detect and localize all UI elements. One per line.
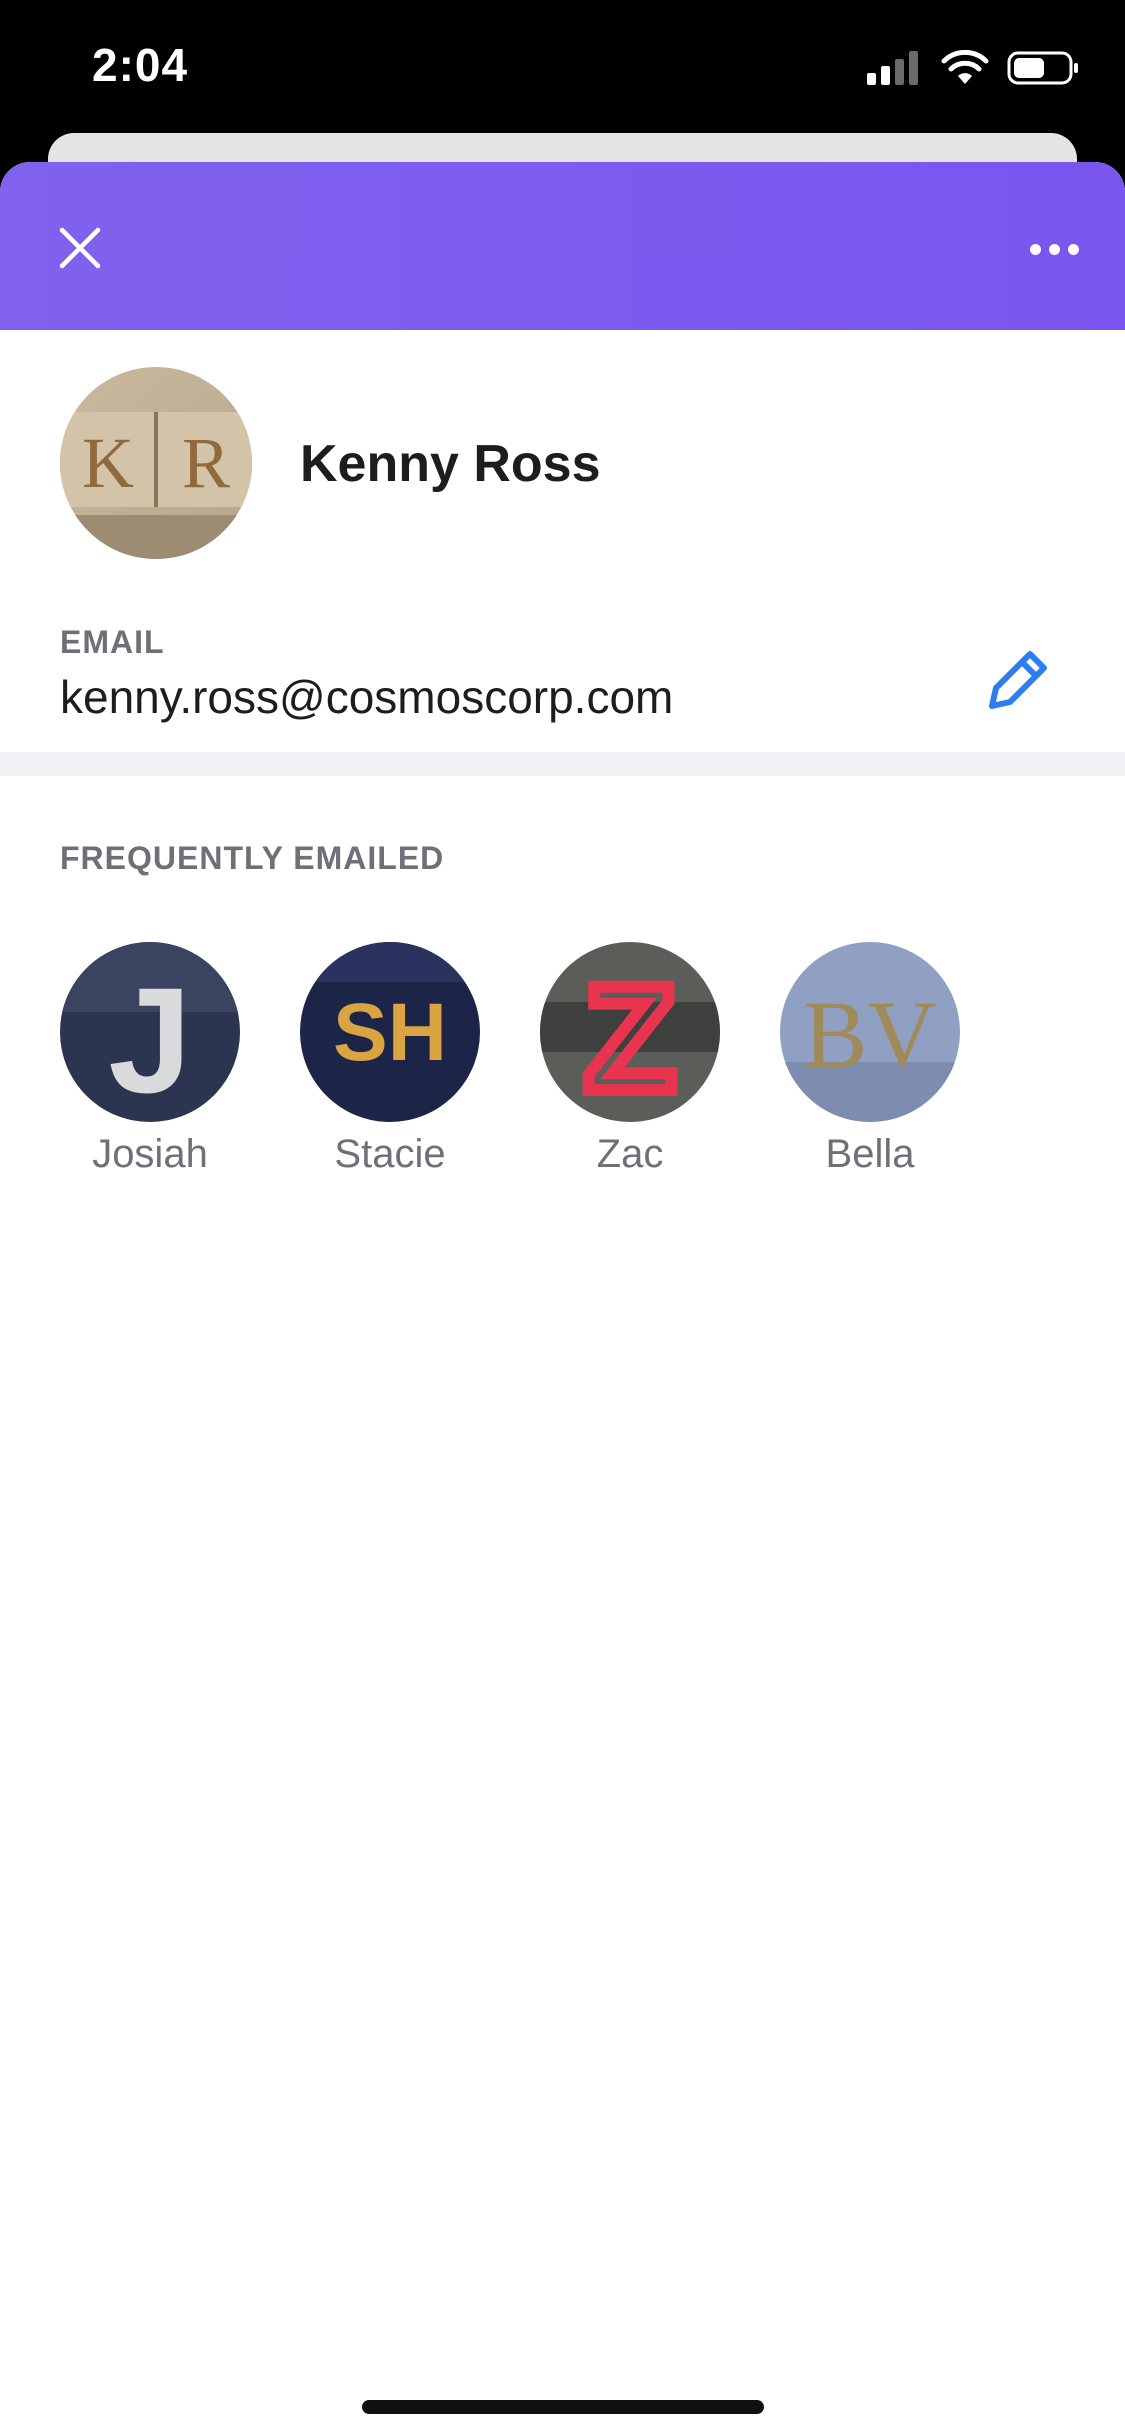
contact-name: Josiah [92, 1132, 208, 1176]
contact-name: Bella [825, 1132, 915, 1176]
status-time: 2:04 [92, 39, 189, 91]
more-dot [1067, 243, 1079, 255]
close-icon [59, 227, 101, 269]
home-indicator[interactable] [362, 2400, 764, 2414]
edit-email-button[interactable] [978, 640, 1058, 720]
frequently-emailed-label: FREQUENTLY EMAILED [60, 840, 445, 876]
more-options-button[interactable] [1019, 224, 1089, 274]
avatar-letter: SH [333, 987, 447, 1078]
contact-avatar: J [60, 942, 240, 1122]
contact-card-sheet: K R Kenny Ross EMAIL kenny.ross@cosmosco… [0, 162, 1125, 2436]
avatar-letter: J [108, 956, 191, 1122]
contact-name: Stacie [334, 1132, 446, 1176]
contact-avatar: BV [780, 942, 960, 1122]
email-value[interactable]: kenny.ross@cosmoscorp.com [60, 670, 673, 724]
status-icons [867, 48, 1081, 88]
avatar-letter: BV [803, 981, 936, 1088]
contact-avatar: Z [540, 942, 720, 1122]
section-divider [0, 752, 1125, 776]
battery-icon [1007, 51, 1078, 85]
avatar-initial-r: R [182, 423, 230, 503]
more-horizontal-icon [1029, 243, 1041, 255]
contact-bella[interactable]: BV Bella [780, 942, 960, 1177]
sheet-header [0, 162, 1125, 330]
profile-avatar: K R [60, 367, 252, 559]
pencil-icon [989, 651, 1047, 709]
contact-name: Zac [596, 1132, 664, 1176]
status-bar: 2:04 [0, 0, 1125, 135]
cellular-signal-icon [867, 51, 918, 85]
avatar-letter: Z [584, 954, 676, 1122]
contact-zac[interactable]: Z Zac [540, 942, 720, 1177]
avatar-initial-k: K [82, 423, 134, 503]
close-button[interactable] [52, 220, 108, 276]
more-dot [1048, 243, 1060, 255]
contact-josiah[interactable]: J Josiah [60, 942, 240, 1177]
wifi-icon [941, 50, 989, 84]
email-label: EMAIL [60, 624, 165, 660]
contact-avatar: SH [300, 942, 480, 1122]
profile-name: Kenny Ross [300, 435, 601, 493]
contact-stacie[interactable]: SH Stacie [300, 942, 480, 1177]
